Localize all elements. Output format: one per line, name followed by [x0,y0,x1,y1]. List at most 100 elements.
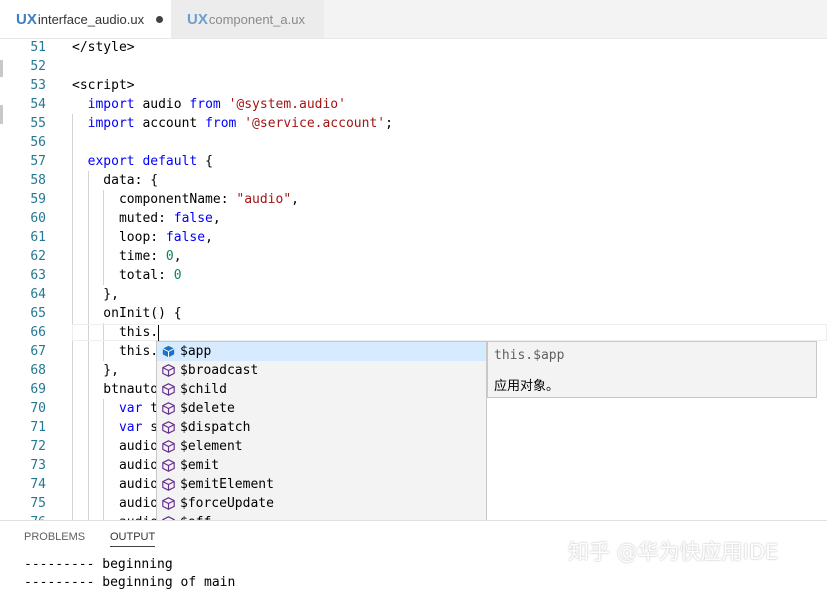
suggestion-label: $dispatch [180,420,251,435]
line-number: 69 [30,382,46,397]
watermark: 知乎 @华为快应用IDE [568,540,779,564]
code-token: data: { [72,173,159,188]
panel-tab-problems[interactable]: PROBLEMS [24,531,85,543]
suggestion-item[interactable]: $emit [157,456,486,475]
suggestion-label: $emit [180,458,220,473]
code-token: </style> [72,40,135,55]
code-line[interactable]: 60 muted: false, [0,209,827,228]
code-line[interactable]: 58 data: { [0,171,827,190]
code-line[interactable]: 66 this. [0,323,827,342]
line-number: 52 [30,59,46,74]
code-line[interactable]: 51 </style> [0,38,827,57]
line-number: 67 [30,344,46,359]
line-code: import audio from '@system.audio' [72,95,346,114]
suggestion-label: $emitElement [180,477,274,492]
line-code: audio [72,494,158,513]
ux-file-icon: UX [16,10,37,28]
line-number: 53 [30,78,46,93]
tab-component-a[interactable]: UX component_a.ux [171,0,324,38]
suggestion-item[interactable]: $element [157,437,486,456]
ux-file-icon: UX [187,10,208,28]
code-line[interactable]: 52 [0,57,827,76]
code-token: audio [72,458,159,473]
code-line[interactable]: 57 export default { [0,152,827,171]
suggestion-item[interactable]: $emitElement [157,475,486,494]
code-line[interactable]: 55 import account from '@service.account… [0,114,827,133]
tab-interface-audio[interactable]: UX interface_audio.ux [0,0,171,38]
code-token: false [173,211,213,226]
suggestion-item[interactable]: $app [157,342,486,361]
line-code: onInit() { [72,304,182,323]
editor-tab-bar: UX interface_audio.ux UX component_a.ux [0,0,827,39]
code-line[interactable]: 59 componentName: "audio", [0,190,827,209]
code-token: import [87,97,135,112]
line-code: audio [72,513,158,520]
line-code: }, [72,361,119,380]
code-token: '@system.audio' [228,97,346,112]
line-code: componentName: "audio", [72,190,299,209]
suggestion-item[interactable]: $broadcast [157,361,486,380]
suggestion-item[interactable]: $dispatch [157,418,486,437]
code-token: , [212,211,221,226]
method-icon [161,478,175,492]
line-code: import account from '@service.account'; [72,114,393,133]
line-code: data: { [72,171,158,190]
method-icon [161,364,175,378]
line-number: 63 [30,268,46,283]
code-token: this. [72,344,159,359]
code-line[interactable]: 53 <script> [0,76,827,95]
code-token: audio [134,97,190,112]
line-number: 60 [30,211,46,226]
code-token: btnauto [72,382,159,397]
method-icon [161,459,175,473]
suggestion-item[interactable]: $forceUpdate [157,494,486,513]
code-line[interactable]: 56 [0,133,827,152]
code-token: }, [72,287,119,302]
line-number: 74 [30,477,46,492]
unsaved-dot-icon[interactable] [156,15,164,23]
code-line[interactable]: 64 }, [0,285,827,304]
code-token: onInit() { [72,306,182,321]
code-token: export [87,154,135,169]
code-token: audio [72,477,159,492]
line-number: 58 [30,173,46,188]
code-line[interactable]: 54 import audio from '@system.audio' [0,95,827,114]
line-code: this. [72,323,160,342]
code-token: from [189,97,221,112]
code-token: "audio" [236,192,292,207]
code-token: import [87,116,135,131]
code-token: componentName: [72,192,237,207]
line-code: btnauto [72,380,158,399]
code-token: 0 [165,249,174,264]
line-number: 64 [30,287,46,302]
code-line[interactable]: 63 total: 0 [0,266,827,285]
line-code: audio [72,456,158,475]
line-code: var t [72,399,158,418]
tab-label: interface_audio.ux [37,11,145,27]
code-token: <script> [72,78,135,93]
line-number: 54 [30,97,46,112]
line-number: 51 [30,40,46,55]
suggestion-label: $app [180,344,212,359]
code-token: var [118,420,143,435]
panel-tab-output[interactable]: OUTPUT [110,531,156,547]
code-line[interactable]: 62 time: 0, [0,247,827,266]
line-code: }, [72,285,119,304]
code-token: default [142,154,198,169]
code-token: loop: [72,230,166,245]
code-line[interactable]: 61 loop: false, [0,228,827,247]
suggestion-item[interactable]: $child [157,380,486,399]
output-line: --------- beginning of main [24,575,236,590]
method-icon [161,497,175,511]
code-line[interactable]: 65 onInit() { [0,304,827,323]
line-code: loop: false, [72,228,213,247]
suggestion-detail: this.$app 应用对象。 [487,341,817,398]
suggestion-item[interactable]: $delete [157,399,486,418]
code-token: , [173,249,182,264]
current-line-highlight [72,324,827,341]
